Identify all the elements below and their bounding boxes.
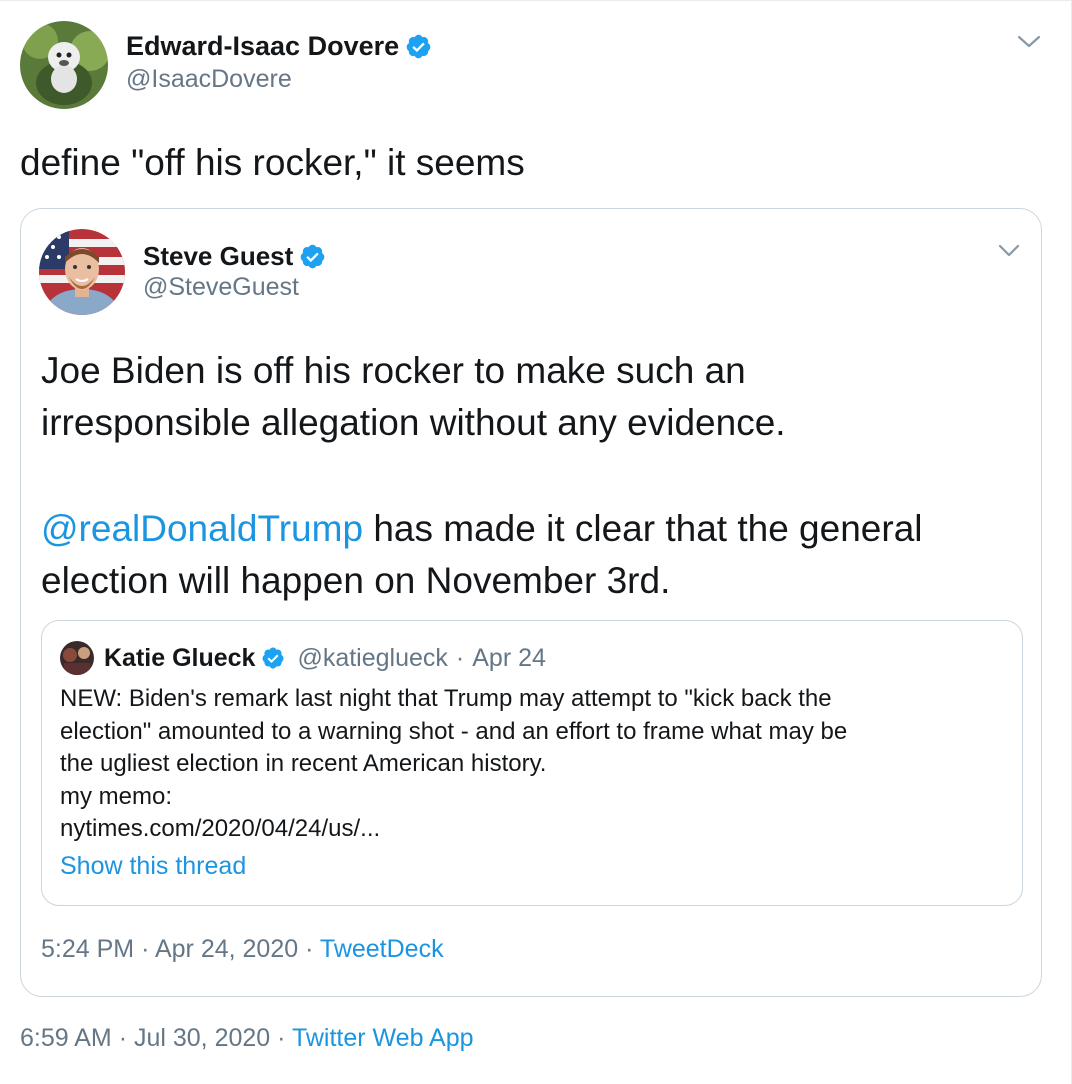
- quoted-author-handle[interactable]: @SteveGuest: [143, 273, 299, 302]
- nested-tweet-line: the ugliest election in recent American …: [60, 750, 547, 777]
- nested-tweet-link[interactable]: nytimes.com/2020/04/24/us/...: [60, 813, 847, 846]
- tweet-date[interactable]: Jul 30, 2020: [134, 1024, 270, 1052]
- separator-dot: ·: [305, 935, 314, 963]
- nested-tweet-line: NEW: Biden's remark last night that Trum…: [60, 685, 832, 712]
- nested-author-handle[interactable]: @katieglueck: [297, 644, 447, 673]
- separator-dot: ·: [118, 1024, 128, 1052]
- author-handle[interactable]: @IsaacDovere: [126, 65, 292, 94]
- nested-tweet-header: Katie Glueck @katieglueck · Apr 24: [104, 643, 546, 673]
- tweet-text: define "off his rocker," it seems: [20, 142, 525, 183]
- tweet-time[interactable]: 6:59 AM: [20, 1024, 112, 1052]
- verified-badge-icon: [261, 646, 285, 670]
- verified-badge-icon: [405, 33, 432, 60]
- quoted-tweet-text-line: Joe Biden is off his rocker to make such…: [41, 350, 746, 391]
- separator-dot: ·: [455, 643, 465, 672]
- quoted-tweet-text-line: irresponsible allegation without any evi…: [41, 402, 786, 443]
- quoted-tweet-time[interactable]: 5:24 PM: [41, 935, 134, 963]
- tweet-meta: 6:59 AM · Jul 30, 2020 · Twitter Web App: [20, 1024, 474, 1053]
- tweet-source[interactable]: Twitter Web App: [292, 1024, 474, 1052]
- nested-tweet-line: my memo:: [60, 782, 173, 810]
- nested-quoted-tweet[interactable]: Katie Glueck @katieglueck · Apr 24 NEW: …: [41, 620, 1023, 906]
- nested-tweet-date[interactable]: Apr 24: [472, 644, 546, 673]
- quoted-tweet-text-paragraph: Joe Biden is off his rocker to make such…: [41, 345, 786, 449]
- quoted-author-name-row[interactable]: Steve Guest: [143, 239, 326, 273]
- chevron-down-icon[interactable]: [997, 241, 1021, 261]
- author-name[interactable]: Edward-Isaac Dovere: [126, 31, 399, 62]
- quoted-tweet-date[interactable]: Apr 24, 2020: [155, 935, 298, 963]
- nested-author-avatar[interactable]: [60, 641, 94, 675]
- quoted-tweet-text-paragraph: @realDonaldTrump has made it clear that …: [41, 503, 923, 607]
- quoted-tweet-text-fragment: has made it clear that the general: [363, 508, 923, 549]
- mention-link[interactable]: @realDonaldTrump: [41, 508, 363, 549]
- verified-badge-icon: [299, 243, 326, 270]
- nested-tweet-text: NEW: Biden's remark last night that Trum…: [60, 683, 847, 846]
- nested-author-name[interactable]: Katie Glueck: [104, 644, 255, 673]
- quoted-tweet-source[interactable]: TweetDeck: [320, 935, 444, 963]
- separator-dot: ·: [277, 1024, 286, 1052]
- nested-tweet-line: election" amounted to a warning shot - a…: [60, 717, 848, 745]
- author-avatar[interactable]: [20, 21, 108, 109]
- chevron-down-icon[interactable]: [1016, 31, 1042, 53]
- quoted-tweet-text-line: @realDonaldTrump has made it clear that …: [41, 503, 923, 555]
- author-name-row[interactable]: Edward-Isaac Dovere: [126, 29, 432, 63]
- tweet-card[interactable]: Edward-Isaac Dovere @IsaacDovere define …: [0, 0, 1072, 1084]
- quoted-tweet-text-line: election will happen on November 3rd.: [41, 560, 671, 601]
- show-thread-link[interactable]: Show this thread: [60, 852, 246, 881]
- quoted-tweet-meta: 5:24 PM · Apr 24, 2020 · TweetDeck: [41, 935, 444, 964]
- quoted-tweet[interactable]: Steve Guest @SteveGuest Joe Biden is off…: [20, 208, 1042, 997]
- separator-dot: ·: [141, 935, 150, 963]
- quoted-author-avatar[interactable]: [39, 229, 125, 315]
- quoted-author-name[interactable]: Steve Guest: [143, 241, 293, 272]
